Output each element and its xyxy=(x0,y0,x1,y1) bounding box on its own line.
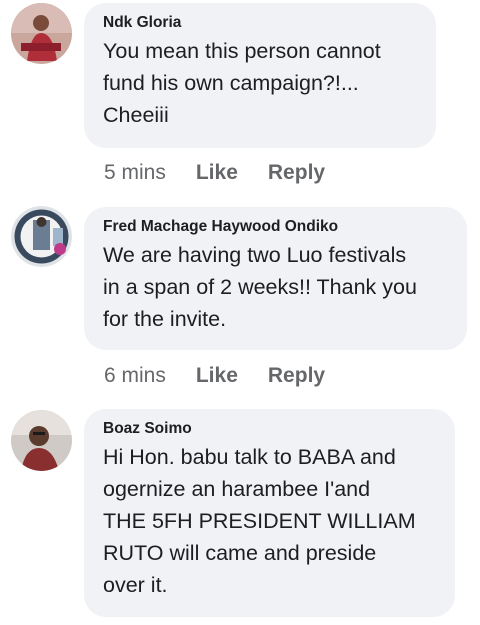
comment-author[interactable]: Fred Machage Haywood Ondiko xyxy=(103,217,447,237)
comment-author[interactable]: Boaz Soimo xyxy=(103,419,435,439)
avatar[interactable] xyxy=(11,3,72,64)
comment-text: You mean this person cannot fund his own… xyxy=(103,39,381,127)
comment-bubble: Boaz Soimo Hi Hon. babu talk to BABA and… xyxy=(84,409,455,617)
comment-actions: 6 mins Like Reply xyxy=(104,362,325,390)
comment-timestamp[interactable]: 6 mins xyxy=(104,362,166,390)
comment-text: Hi Hon. babu talk to BABA and ogernize a… xyxy=(103,445,416,597)
like-button[interactable]: Like xyxy=(196,159,238,187)
comment-author[interactable]: Ndk Gloria xyxy=(103,13,416,33)
comment-text: We are having two Luo festivals in a spa… xyxy=(103,243,417,331)
reply-button[interactable]: Reply xyxy=(268,159,325,187)
comment-timestamp[interactable]: 5 mins xyxy=(104,159,166,187)
avatar[interactable] xyxy=(11,206,72,267)
reply-button[interactable]: Reply xyxy=(268,362,325,390)
avatar[interactable] xyxy=(11,410,72,471)
like-button[interactable]: Like xyxy=(196,362,238,390)
comment-bubble: Fred Machage Haywood Ondiko We are havin… xyxy=(84,207,467,350)
comment-bubble: Ndk Gloria You mean this person cannot f… xyxy=(84,3,436,148)
comment-actions: 5 mins Like Reply xyxy=(104,159,325,187)
